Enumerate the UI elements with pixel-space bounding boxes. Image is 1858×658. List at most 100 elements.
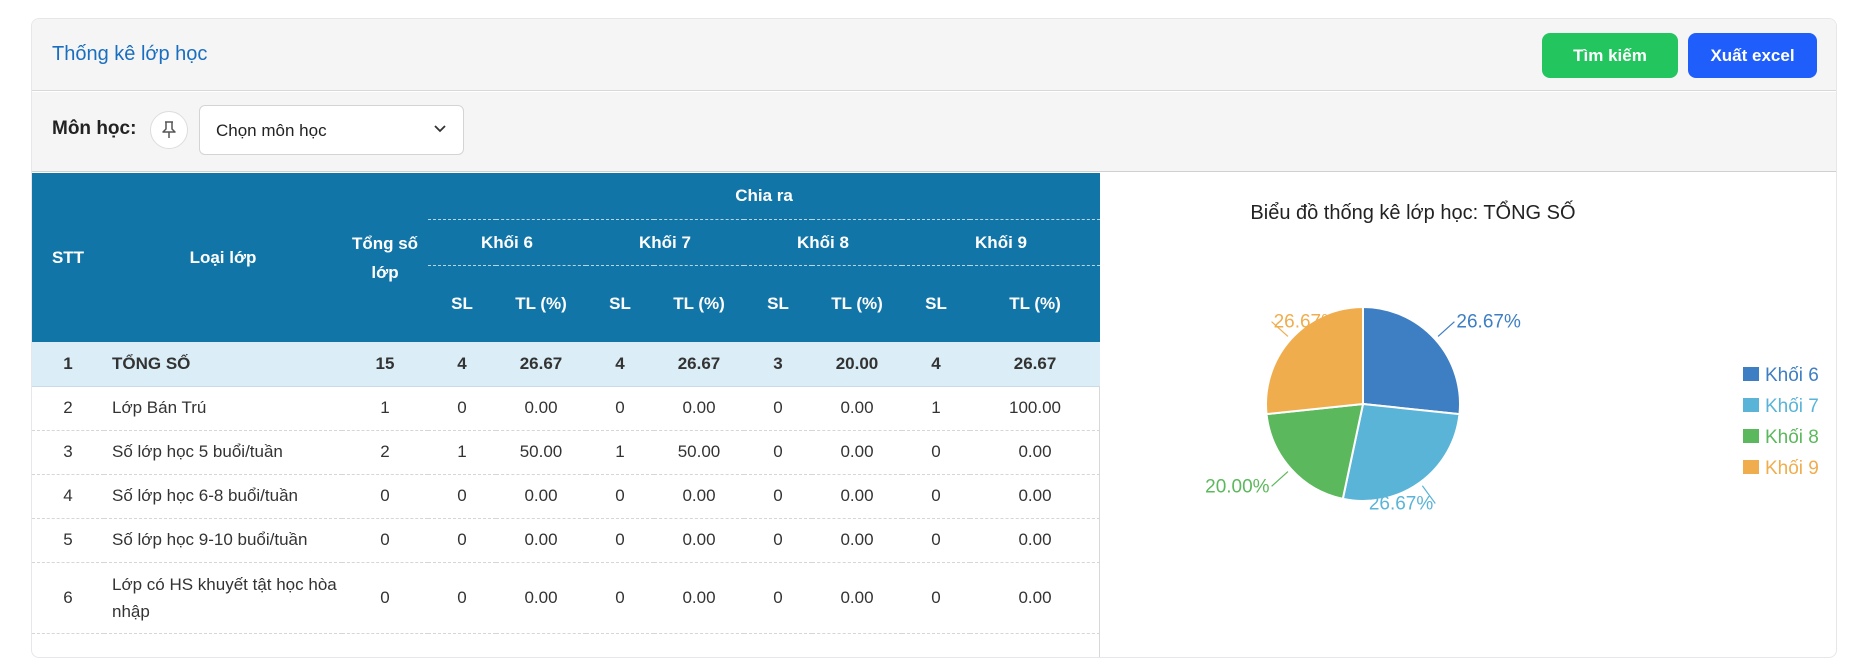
- pie-data-label: 26.67%: [1274, 312, 1339, 333]
- cell-type: Số lớp học 6-8 buổi/tuần: [104, 474, 342, 519]
- table-body: 1 TỔNG SỐ 15 4 26.67 4 26.67 3 20.00 4 26.67 2 Lớp B…: [32, 342, 1101, 634]
- legend-entry: Khối 8: [1765, 427, 1819, 448]
- cell-sl: 1: [428, 430, 496, 475]
- cell-tl: 0.00: [654, 474, 744, 519]
- cell-tl: 0.00: [496, 386, 586, 431]
- cell-tl: 100.00: [970, 386, 1101, 431]
- cell-sl: 0: [744, 430, 812, 475]
- subject-select-value: Chọn môn học: [216, 121, 327, 140]
- cell-stt: 6: [32, 562, 104, 634]
- header-stt: STT: [32, 173, 104, 342]
- cell-stt: 4: [32, 474, 104, 519]
- header-breakdown: Chia ra: [428, 173, 1101, 220]
- cell-stt: 5: [32, 518, 104, 563]
- statistics-card: Thống kê lớp học Tìm kiếm Xuất excel Môn…: [31, 18, 1837, 658]
- cell-sl: 4: [428, 342, 496, 387]
- header-sl: SL: [902, 265, 970, 342]
- cell-tl: 26.67: [654, 342, 744, 387]
- header-grade-9: Khối 9: [902, 219, 1101, 266]
- cell-sl: 0: [428, 518, 496, 563]
- cell-sl: 0: [586, 474, 654, 519]
- header-type: Loại lớp: [104, 173, 342, 342]
- cell-sl: 0: [902, 430, 970, 475]
- cell-tl: 0.00: [970, 562, 1101, 634]
- chevron-down-icon: [434, 125, 446, 133]
- statistics-table-container: STT Loại lớp Tổng số lớp Chia ra Khối 6 …: [32, 173, 1101, 657]
- legend-entry: Khối 6: [1765, 365, 1819, 386]
- cell-tl: 26.67: [970, 342, 1101, 387]
- legend-swatch: [1743, 367, 1759, 381]
- table-row: 2 Lớp Bán Trú 1 0 0.00 0 0.00 0 0.00 1 100.00: [32, 386, 1101, 431]
- table-row: 1 TỔNG SỐ 15 4 26.67 4 26.67 3 20.00 4 26.67: [32, 342, 1101, 387]
- header-total: Tổng số lớp: [342, 173, 428, 342]
- cell-total: 0: [342, 474, 428, 519]
- cell-tl: 0.00: [812, 518, 902, 563]
- legend-entry: Khối 9: [1765, 458, 1819, 479]
- legend-entry: Khối 7: [1765, 396, 1819, 417]
- header-grade-7: Khối 7: [586, 219, 744, 266]
- cell-tl: 0.00: [970, 518, 1101, 563]
- cell-total: 1: [342, 386, 428, 431]
- cell-type: Số lớp học 5 buổi/tuần: [104, 430, 342, 475]
- legend-swatch: [1743, 460, 1759, 474]
- cell-tl: 0.00: [654, 562, 744, 634]
- subject-label: Môn học:: [52, 118, 137, 139]
- statistics-table: STT Loại lớp Tổng số lớp Chia ra Khối 6 …: [32, 173, 1101, 634]
- chart-panel: Biểu đồ thống kê lớp học: TỔNG SỐ 26.67%…: [1101, 173, 1836, 657]
- cell-sl: 0: [902, 474, 970, 519]
- cell-sl: 0: [744, 518, 812, 563]
- cell-sl: 0: [744, 386, 812, 431]
- card-header: Thống kê lớp học Tìm kiếm Xuất excel: [32, 19, 1836, 91]
- cell-total: 0: [342, 562, 428, 634]
- header-sl: SL: [428, 265, 496, 342]
- subject-select[interactable]: Chọn môn học: [199, 105, 464, 155]
- cell-sl: 0: [744, 562, 812, 634]
- cell-sl: 0: [586, 562, 654, 634]
- cell-tl: 0.00: [654, 518, 744, 563]
- cell-sl: 4: [902, 342, 970, 387]
- cell-type: Lớp Bán Trú: [104, 386, 342, 431]
- cell-total: 15: [342, 342, 428, 387]
- page-title: Thống kê lớp học: [52, 43, 208, 65]
- cell-tl: 0.00: [654, 386, 744, 431]
- header-sl: SL: [586, 265, 654, 342]
- cell-sl: 0: [586, 518, 654, 563]
- cell-stt: 2: [32, 386, 104, 431]
- cell-tl: 20.00: [812, 342, 902, 387]
- cell-sl: 0: [428, 386, 496, 431]
- cell-type: Lớp có HS khuyết tật học hòa nhập: [104, 562, 342, 634]
- cell-tl: 0.00: [496, 562, 586, 634]
- cell-tl: 0.00: [970, 430, 1101, 475]
- cell-sl: 4: [586, 342, 654, 387]
- cell-sl: 0: [586, 386, 654, 431]
- table-row: 5 Số lớp học 9-10 buổi/tuần 0 0 0.00 0 0.00 0 0.…: [32, 518, 1101, 563]
- header-tl: TL (%): [812, 265, 902, 342]
- header-tl: TL (%): [654, 265, 744, 342]
- header-sl: SL: [744, 265, 812, 342]
- export-excel-button[interactable]: Xuất excel: [1688, 33, 1817, 78]
- header-tl: TL (%): [970, 265, 1101, 342]
- pin-icon: [162, 121, 176, 138]
- cell-tl: 0.00: [970, 474, 1101, 519]
- cell-tl: 50.00: [654, 430, 744, 475]
- cell-type: Số lớp học 9-10 buổi/tuần: [104, 518, 342, 563]
- cell-sl: 3: [744, 342, 812, 387]
- pie-data-label: 26.67%: [1369, 494, 1434, 515]
- search-button[interactable]: Tìm kiếm: [1542, 33, 1678, 78]
- header-grade-8: Khối 8: [744, 219, 902, 266]
- table-row: 4 Số lớp học 6-8 buổi/tuần 0 0 0.00 0 0.00 0 0.0…: [32, 474, 1101, 519]
- pie-label-line: [1271, 471, 1289, 487]
- table-row: 6 Lớp có HS khuyết tật học hòa nhập 0 0 0.00…: [32, 562, 1101, 634]
- cell-tl: 0.00: [812, 474, 902, 519]
- header-grade-6: Khối 6: [428, 219, 586, 266]
- cell-sl: 0: [428, 562, 496, 634]
- header-tl: TL (%): [496, 265, 586, 342]
- cell-sl: 1: [586, 430, 654, 475]
- filter-bar: Môn học: Chọn môn học: [32, 92, 1836, 172]
- table-row: 3 Số lớp học 5 buổi/tuần 2 1 50.00 1 50.00 0 0.0…: [32, 430, 1101, 475]
- cell-tl: 0.00: [496, 474, 586, 519]
- cell-tl: 0.00: [812, 430, 902, 475]
- cell-sl: 0: [902, 562, 970, 634]
- pin-button[interactable]: [150, 111, 188, 149]
- cell-sl: 0: [902, 518, 970, 563]
